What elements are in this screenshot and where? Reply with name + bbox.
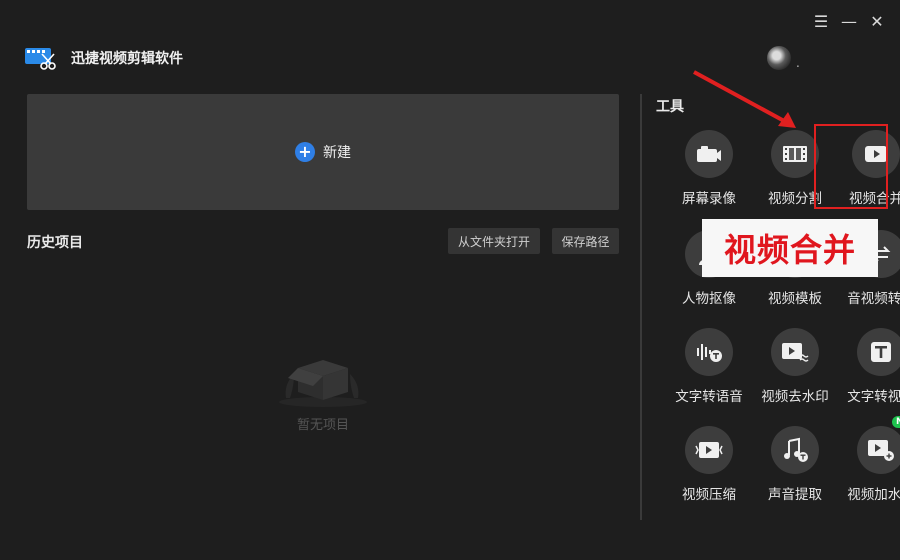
tool-video-compress[interactable]: 视频压缩 bbox=[666, 426, 752, 506]
tool-screen-record[interactable]: 屏幕录像 bbox=[666, 130, 752, 210]
tool-circle bbox=[771, 328, 819, 376]
compress-icon bbox=[695, 442, 723, 458]
text-icon bbox=[871, 342, 891, 362]
tool-circle bbox=[771, 426, 819, 474]
callout-label: 视频合并 bbox=[702, 219, 878, 277]
empty-label: 暂无项目 bbox=[296, 418, 349, 433]
tools-title: 工具 bbox=[656, 99, 684, 115]
app-logo-icon bbox=[25, 48, 56, 70]
tool-label: 文字转视频 bbox=[847, 389, 900, 405]
text-to-speech-icon bbox=[697, 344, 722, 362]
tool-circle bbox=[685, 426, 733, 474]
new-project-label: 新建 bbox=[323, 145, 351, 161]
menu-button[interactable]: ☰ bbox=[812, 10, 830, 32]
tool-label: 视频压缩 bbox=[682, 487, 736, 503]
window-controls: ☰ — ✕ bbox=[812, 10, 886, 32]
tool-label: 文字转语音 bbox=[675, 389, 743, 405]
new-project-panel[interactable]: + 新建 bbox=[27, 94, 619, 210]
divider bbox=[640, 94, 642, 520]
tool-circle bbox=[771, 130, 819, 178]
new-project-button[interactable]: + 新建 bbox=[295, 142, 351, 162]
music-extract-icon bbox=[784, 437, 808, 462]
tool-circle bbox=[857, 328, 900, 376]
tool-label: 视频模板 bbox=[768, 291, 822, 307]
tool-label: 声音提取 bbox=[768, 487, 822, 503]
tool-circle bbox=[857, 426, 900, 474]
new-badge: NEW bbox=[892, 416, 900, 428]
tool-add-watermark[interactable]: NEW 视频加水印 bbox=[838, 416, 900, 506]
empty-state: 暂无项目 bbox=[268, 350, 378, 440]
history-title: 历史项目 bbox=[27, 235, 83, 251]
save-path-button[interactable]: 保存路径 bbox=[552, 228, 619, 254]
app-title: 迅捷视频剪辑软件 bbox=[71, 51, 183, 67]
camera-icon bbox=[697, 146, 721, 162]
tool-circle bbox=[685, 130, 733, 178]
plus-icon: + bbox=[295, 142, 315, 162]
close-button[interactable]: ✕ bbox=[868, 10, 886, 32]
tool-label: 人物抠像 bbox=[682, 291, 736, 307]
annotation-arrow-icon bbox=[693, 70, 796, 128]
tool-text-to-video[interactable]: 文字转视频 bbox=[838, 328, 900, 408]
tool-circle bbox=[685, 328, 733, 376]
tool-label: 音视频转换 bbox=[847, 291, 900, 307]
tool-label: 视频加水印 bbox=[847, 487, 900, 503]
tool-audio-extract[interactable]: 声音提取 bbox=[752, 426, 838, 506]
minimize-button[interactable]: — bbox=[840, 10, 858, 32]
film-strip-icon bbox=[783, 146, 807, 162]
empty-box-icon bbox=[279, 360, 367, 407]
tool-label: 屏幕录像 bbox=[682, 191, 736, 207]
highlight-box bbox=[814, 124, 888, 209]
tool-remove-watermark[interactable]: 视频去水印 bbox=[752, 328, 838, 408]
tool-label: 视频去水印 bbox=[761, 389, 829, 405]
tool-text-to-speech[interactable]: 文字转语音 bbox=[666, 328, 752, 408]
remove-watermark-icon bbox=[782, 343, 809, 362]
add-watermark-icon bbox=[868, 440, 894, 461]
open-from-folder-button[interactable]: 从文件夹打开 bbox=[448, 228, 540, 254]
